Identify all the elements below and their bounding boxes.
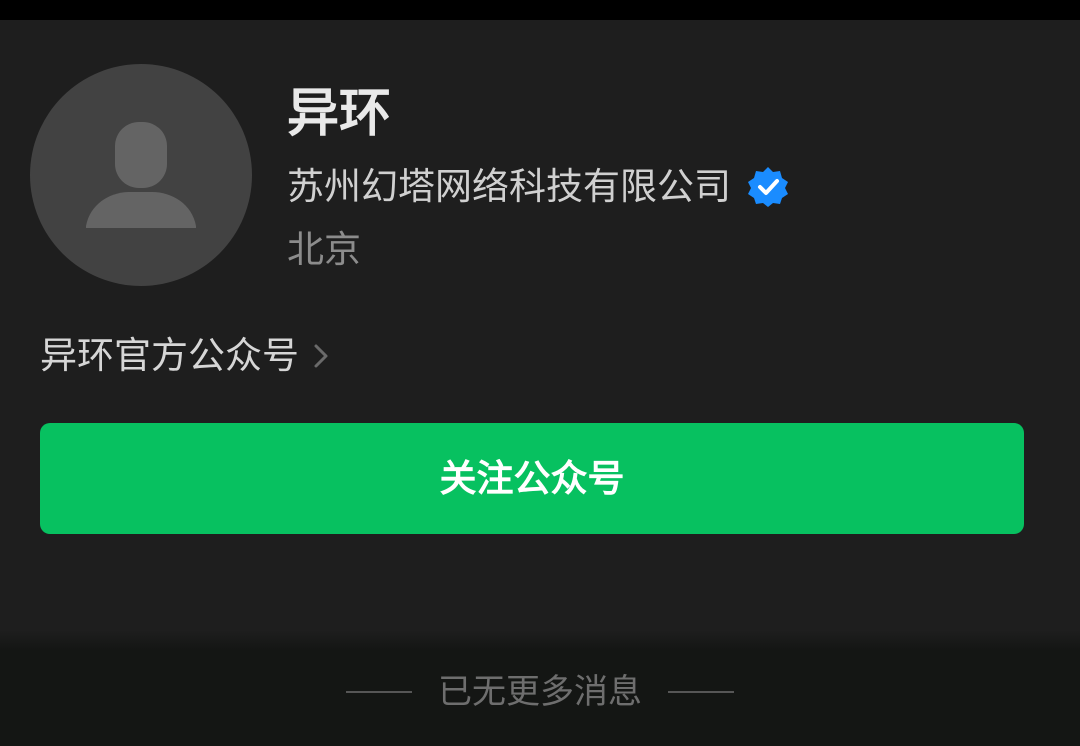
company-name: 苏州幻塔网络科技有限公司	[287, 165, 731, 208]
avatar[interactable]	[30, 64, 252, 286]
chevron-right-icon	[313, 341, 329, 371]
profile-card: 异环 苏州幻塔网络科技有限公司 北京 异环官方公众号 关注公众号	[0, 20, 1080, 630]
official-account-label: 异环官方公众号	[40, 334, 299, 377]
verified-badge-icon	[747, 166, 789, 208]
official-account-link[interactable]: 异环官方公众号	[40, 328, 329, 384]
divider-line-right	[668, 691, 734, 693]
company-row: 苏州幻塔网络科技有限公司	[287, 162, 789, 212]
location: 北京	[287, 228, 361, 271]
follow-button[interactable]: 关注公众号	[40, 423, 1024, 534]
no-more-messages-text: 已无更多消息	[438, 672, 642, 712]
divider-line-left	[346, 691, 412, 693]
default-person-icon	[86, 122, 196, 228]
screen: 异环 苏州幻塔网络科技有限公司 北京 异环官方公众号 关注公众号 已无更多消息	[0, 0, 1080, 746]
no-more-messages-row: 已无更多消息	[0, 670, 1080, 714]
footer-area: 已无更多消息	[0, 630, 1080, 746]
footer-divider	[0, 630, 1080, 650]
account-name: 异环	[287, 84, 392, 144]
